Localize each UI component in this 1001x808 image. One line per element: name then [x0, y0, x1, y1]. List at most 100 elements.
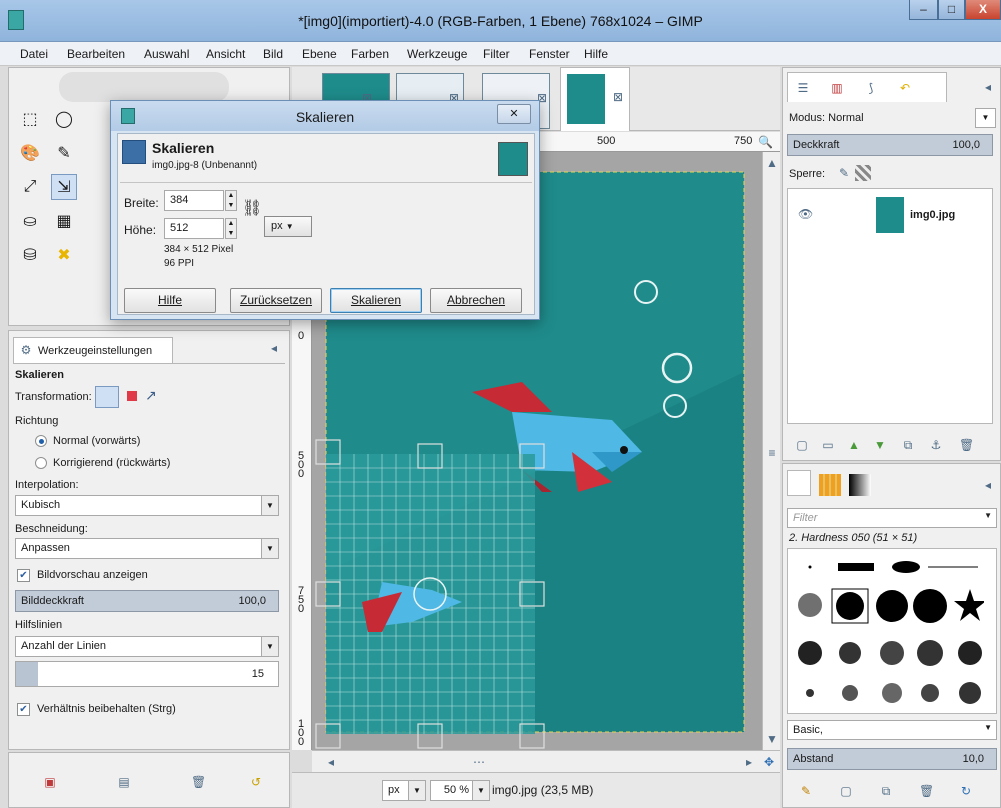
transform-selection-button[interactable]: [127, 391, 137, 401]
clone-stamp-icon[interactable]: ⛁: [17, 242, 43, 268]
panel-menu-icon[interactable]: ◂: [981, 80, 995, 94]
edit-brush-icon[interactable]: ✎: [799, 784, 813, 798]
undo-tab-icon[interactable]: ↶: [898, 81, 912, 95]
reset-options-icon[interactable]: ↺: [249, 775, 263, 789]
gradients-tab-icon[interactable]: [849, 474, 871, 496]
brush-preset-select[interactable]: Basic, ▼: [787, 720, 997, 740]
delete-brush-icon[interactable]: 🗑: [919, 784, 934, 798]
new-brush-icon[interactable]: ▢: [839, 784, 853, 798]
lock-alpha-icon[interactable]: [855, 165, 871, 181]
transform-layer-button[interactable]: [95, 386, 119, 408]
layer-mode-dropdown[interactable]: ▼: [975, 108, 996, 128]
gradient-icon[interactable]: ▦: [51, 208, 77, 234]
menu-ebene[interactable]: Ebene: [302, 47, 337, 61]
horizontal-scrollbar[interactable]: ◂ ⋯ ▸ ✥: [312, 750, 780, 772]
dialog-close-button[interactable]: ✕: [497, 104, 531, 124]
navigate-icon[interactable]: ✥: [762, 755, 776, 769]
fuzzy-select-icon[interactable]: 🎨: [17, 140, 43, 166]
scale-button[interactable]: Skalieren: [330, 288, 422, 313]
chevron-down-icon: ▼: [261, 539, 278, 558]
direction-corrective-radio[interactable]: [35, 457, 47, 469]
transform-icon[interactable]: ⤢: [17, 174, 43, 200]
menu-fenster[interactable]: Fenster: [529, 47, 570, 61]
menu-bearbeiten[interactable]: Bearbeiten: [67, 47, 125, 61]
ellipse-select-icon[interactable]: ◯: [51, 106, 77, 132]
save-options-icon[interactable]: ▣: [43, 775, 57, 789]
clipping-select[interactable]: Anpassen ▼: [15, 538, 279, 559]
direction-normal-radio[interactable]: [35, 435, 47, 447]
heal-icon[interactable]: ✖: [51, 242, 77, 268]
bucket-fill-icon[interactable]: ⛀: [17, 208, 43, 234]
minimize-button[interactable]: –: [909, 0, 938, 20]
lower-layer-icon[interactable]: ▼: [873, 438, 887, 452]
channels-tab-icon[interactable]: ▥: [830, 81, 844, 95]
scroll-down-icon[interactable]: ▼: [765, 732, 779, 746]
menu-auswahl[interactable]: Auswahl: [144, 47, 189, 61]
scroll-thumb[interactable]: ≡: [765, 446, 779, 460]
rect-select-icon[interactable]: ⬚: [17, 106, 43, 132]
help-button[interactable]: Hilfe: [124, 288, 216, 313]
cancel-button[interactable]: Abbrechen: [430, 288, 522, 313]
image-opacity-slider[interactable]: Bilddeckkraft 100,0: [15, 590, 279, 612]
delete-layer-icon[interactable]: 🗑: [959, 438, 974, 452]
panel-menu-icon[interactable]: ◂: [981, 478, 995, 492]
paths-tab-icon[interactable]: ⟆: [864, 81, 878, 95]
layer-opacity-slider[interactable]: Deckkraft 100,0: [787, 134, 993, 156]
color-picker-icon[interactable]: ✎: [51, 140, 77, 166]
duplicate-brush-icon[interactable]: ⧉: [879, 784, 893, 798]
menu-bild[interactable]: Bild: [263, 47, 283, 61]
height-spinner[interactable]: ▲ ▼: [225, 218, 237, 239]
maximize-button[interactable]: □: [938, 0, 965, 20]
duplicate-layer-icon[interactable]: ⧉: [901, 438, 915, 452]
height-input[interactable]: 512: [164, 218, 224, 239]
menu-hilfe[interactable]: Hilfe: [584, 47, 608, 61]
layers-tab-icon[interactable]: ☰: [796, 81, 810, 95]
width-label: Breite:: [124, 196, 159, 210]
width-input[interactable]: 384: [164, 190, 224, 211]
menu-werkzeuge[interactable]: Werkzeuge: [407, 47, 467, 61]
guides-select[interactable]: Anzahl der Linien ▼: [15, 636, 279, 657]
vertical-scrollbar[interactable]: ▲ ≡ ▼: [762, 152, 780, 750]
brush-filter-input[interactable]: Filter ▼: [787, 508, 997, 528]
image-tab-active[interactable]: ⊠: [560, 67, 630, 131]
brush-spacing-slider[interactable]: Abstand 10,0: [787, 748, 997, 770]
interpolation-select[interactable]: Kubisch ▼: [15, 495, 279, 516]
brush-previews[interactable]: [788, 549, 986, 713]
anchor-icon[interactable]: ⚓: [929, 438, 943, 452]
preview-checkbox[interactable]: ✔: [17, 569, 30, 582]
scroll-thumb-h[interactable]: ⋯: [472, 755, 486, 769]
lock-pixels-icon[interactable]: ✎: [837, 166, 851, 180]
raise-layer-icon[interactable]: ▲: [847, 438, 861, 452]
scroll-left-icon[interactable]: ◂: [324, 755, 338, 769]
menu-datei[interactable]: Datei: [20, 47, 48, 61]
new-group-icon[interactable]: ▭: [821, 438, 835, 452]
layer-row[interactable]: 👁 img0.jpg: [788, 195, 992, 235]
unit-select[interactable]: px ▼: [382, 780, 426, 801]
delete-options-icon[interactable]: 🗑: [191, 775, 206, 789]
new-layer-icon[interactable]: ▢: [795, 438, 809, 452]
eye-icon[interactable]: 👁: [798, 207, 813, 221]
close-window-button[interactable]: X: [965, 0, 1001, 20]
unit-dropdown[interactable]: px ▼: [264, 216, 312, 237]
patterns-tab-icon[interactable]: [819, 474, 841, 496]
menu-farben[interactable]: Farben: [351, 47, 389, 61]
scroll-up-icon[interactable]: ▲: [765, 156, 779, 170]
zoom-select[interactable]: 50 % ▼: [430, 780, 490, 801]
menu-ansicht[interactable]: Ansicht: [206, 47, 245, 61]
menu-filter[interactable]: Filter: [483, 47, 510, 61]
transform-path-icon[interactable]: ↗: [145, 387, 157, 404]
reset-button[interactable]: Zurücksetzen: [230, 288, 322, 313]
restore-options-icon[interactable]: ▤: [117, 775, 131, 789]
keep-ratio-checkbox[interactable]: ✔: [17, 703, 30, 716]
lines-count-spinner[interactable]: 15: [15, 661, 279, 687]
refresh-brushes-icon[interactable]: ↻: [959, 784, 973, 798]
width-spinner[interactable]: ▲ ▼: [225, 190, 237, 211]
chain-link-icon[interactable]: ⛓: [242, 198, 262, 218]
tab-tool-options[interactable]: ⚙ Werkzeugeinstellungen: [13, 337, 173, 363]
scale-tool-icon[interactable]: ⇲: [51, 174, 77, 200]
scroll-right-icon[interactable]: ▸: [742, 755, 756, 769]
zoom-icon[interactable]: 🔍: [758, 135, 773, 149]
close-icon[interactable]: ⊠: [611, 90, 625, 104]
panel-menu-icon[interactable]: ◂: [267, 341, 281, 355]
brushes-tab-icon[interactable]: [787, 470, 811, 496]
